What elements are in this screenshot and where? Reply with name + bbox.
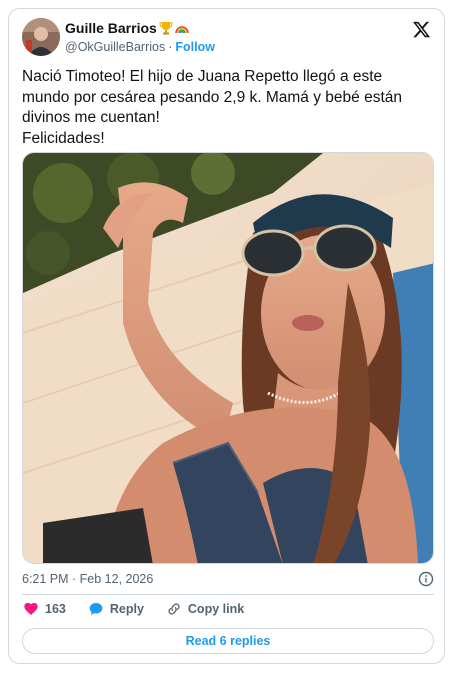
like-button[interactable]: 163 — [23, 601, 66, 617]
display-name-row[interactable]: Guille Barrios — [65, 20, 189, 36]
read-replies-button[interactable]: Read 6 replies — [22, 628, 434, 654]
copy-link-button[interactable]: Copy link — [166, 601, 244, 617]
tweet-line: Nació Timoteo! El hijo de Juana Repetto … — [22, 68, 402, 126]
read-replies-label: Read 6 replies — [185, 634, 271, 648]
separator: · — [168, 40, 173, 54]
avatar[interactable] — [22, 18, 60, 56]
tweet-line: Felicidades! — [22, 129, 105, 147]
x-logo-icon[interactable] — [412, 20, 431, 39]
reply-button[interactable]: Reply — [88, 601, 144, 617]
follow-link[interactable]: Follow — [175, 39, 215, 55]
heart-icon — [24, 602, 38, 615]
copy-link-label: Copy link — [187, 602, 245, 616]
user-handle[interactable]: @OkGuilleBarrios — [65, 39, 165, 55]
tweet-embed-card: Guille Barrios @OkGuilleBarrios · Follow… — [8, 8, 445, 664]
divider — [22, 594, 434, 595]
link-icon — [168, 603, 180, 615]
reply-bubble-icon — [89, 603, 103, 615]
tweet-text: Nació Timoteo! El hijo de Juana Repetto … — [22, 67, 432, 149]
rainbow-icon — [175, 26, 189, 34]
info-icon[interactable] — [418, 571, 434, 587]
like-count: 163 — [45, 602, 66, 616]
meta-row: 6:21 PM · Feb 12, 2026 — [22, 571, 434, 587]
reply-label: Reply — [109, 602, 144, 616]
trophy-icon — [159, 22, 173, 35]
tweet-photo[interactable] — [22, 152, 434, 564]
timestamp[interactable]: 6:21 PM · Feb 12, 2026 — [22, 571, 153, 587]
selfie-photo — [23, 153, 433, 563]
handle-row: @OkGuilleBarrios · Follow — [65, 39, 215, 55]
display-name[interactable]: Guille Barrios — [65, 20, 157, 36]
actions-bar: 163 Reply Copy link — [23, 601, 266, 617]
